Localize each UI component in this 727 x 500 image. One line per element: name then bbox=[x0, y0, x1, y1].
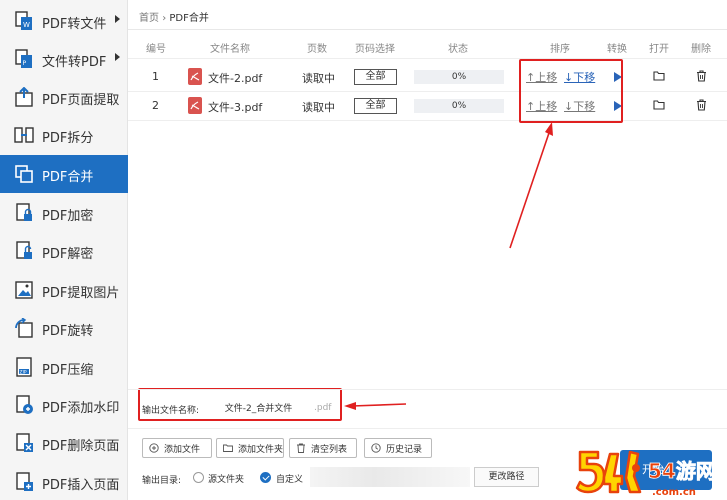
add-file-button[interactable]: 添加文件 bbox=[142, 438, 212, 458]
history-button[interactable]: 历史记录 bbox=[364, 438, 432, 458]
clear-list-button[interactable]: 清空列表 bbox=[289, 438, 357, 458]
output-path-input[interactable] bbox=[310, 467, 470, 487]
add-folder-button[interactable]: 添加文件夹 bbox=[216, 438, 284, 458]
plus-circle-icon bbox=[149, 443, 159, 453]
annotation-arrows bbox=[344, 122, 553, 410]
clear-list-label: 清空列表 bbox=[311, 444, 348, 455]
change-path-button[interactable]: 更改路径 bbox=[474, 467, 539, 487]
annotation-arrow-head bbox=[545, 122, 553, 136]
site-watermark-logo: 54游网 .com.cn bbox=[575, 450, 716, 498]
watermark-domain: .com.cn bbox=[652, 487, 696, 498]
output-name-label: 输出文件名称: bbox=[142, 406, 200, 416]
divider bbox=[128, 428, 727, 429]
divider bbox=[128, 389, 727, 390]
radio-custom-label: 自定义 bbox=[276, 475, 304, 485]
clock-icon bbox=[371, 443, 381, 453]
annotation-arrow-head bbox=[344, 402, 356, 410]
annotation-arrow-line bbox=[351, 403, 407, 407]
annotation-arrow-line bbox=[509, 129, 551, 249]
folder-icon bbox=[223, 444, 233, 452]
output-extension: .pdf bbox=[314, 403, 332, 413]
history-label: 历史记录 bbox=[386, 444, 423, 455]
radio-source-folder[interactable] bbox=[193, 472, 204, 483]
add-folder-label: 添加文件夹 bbox=[237, 444, 283, 455]
output-directory-label: 输出目录: bbox=[142, 476, 182, 486]
output-name-input[interactable] bbox=[207, 398, 310, 416]
watermark-text: 54游网 bbox=[648, 459, 716, 483]
radio-source-folder-label: 源文件夹 bbox=[208, 475, 245, 485]
radio-custom[interactable] bbox=[260, 472, 271, 483]
add-file-label: 添加文件 bbox=[164, 444, 201, 455]
trash-icon bbox=[297, 443, 305, 453]
